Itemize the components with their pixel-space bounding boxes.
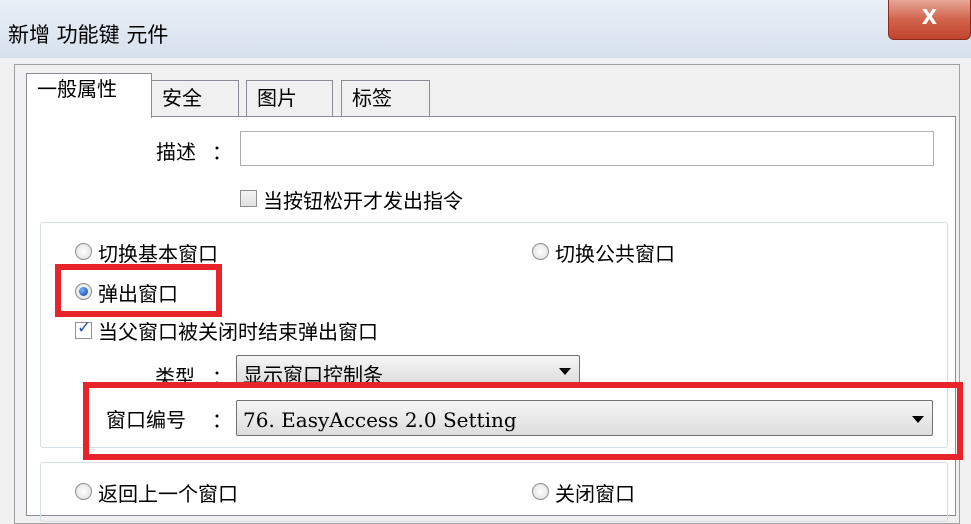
- return-prev-window-label: 返回上一个窗口: [98, 482, 238, 506]
- close-icon: X: [921, 5, 938, 29]
- type-select[interactable]: 显示窗口控制条: [236, 355, 580, 387]
- checkmark-icon: ✓: [77, 318, 92, 338]
- popup-window-radio[interactable]: [75, 283, 92, 300]
- window-title: 新增 功能键 元件: [8, 23, 169, 47]
- tab-label: 安全: [162, 86, 202, 110]
- switch-common-window-radio[interactable]: [532, 243, 549, 260]
- release-trigger-label: 当按钮松开才发出指令: [263, 189, 463, 213]
- switch-base-window-label: 切换基本窗口: [98, 242, 218, 266]
- type-select-value: 显示窗口控制条: [243, 363, 383, 387]
- return-prev-window-radio[interactable]: [75, 483, 92, 500]
- window-number-select[interactable]: 76. EasyAccess 2.0 Setting: [236, 400, 933, 436]
- chevron-down-icon: [912, 416, 924, 423]
- tab-label[interactable]: 标签: [341, 80, 430, 116]
- close-window-label: 关闭窗口: [555, 482, 635, 506]
- tab-image[interactable]: 图片: [246, 80, 333, 116]
- close-with-parent-label: 当父窗口被关闭时结束弹出窗口: [98, 320, 378, 344]
- title-bar: 新增 功能键 元件 X: [0, 0, 971, 59]
- close-window-radio[interactable]: [532, 483, 549, 500]
- window-number-value: 76. EasyAccess 2.0 Setting: [243, 408, 517, 432]
- tab-label: 一般属性: [37, 77, 117, 101]
- tab-label-text: 标签: [352, 86, 392, 110]
- tab-general-properties[interactable]: 一般属性: [26, 73, 152, 118]
- close-with-parent-checkbox[interactable]: ✓: [75, 318, 92, 339]
- description-colon: ：: [212, 140, 232, 164]
- tab-security[interactable]: 安全: [151, 80, 239, 116]
- tab-label: 图片: [257, 86, 297, 110]
- chevron-down-icon: [559, 368, 571, 375]
- switch-common-window-label: 切换公共窗口: [555, 242, 675, 266]
- window-no-colon: ：: [212, 408, 232, 432]
- type-colon: ：: [212, 365, 232, 389]
- popup-window-label: 弹出窗口: [98, 282, 178, 306]
- window-no-label: 窗口编号: [106, 408, 186, 432]
- description-input[interactable]: [240, 131, 934, 166]
- description-label: 描述: [156, 140, 196, 164]
- switch-base-window-radio[interactable]: [75, 243, 92, 260]
- release-trigger-checkbox[interactable]: [240, 190, 257, 207]
- close-button[interactable]: X: [888, 0, 971, 40]
- type-label: 类型: [155, 365, 195, 389]
